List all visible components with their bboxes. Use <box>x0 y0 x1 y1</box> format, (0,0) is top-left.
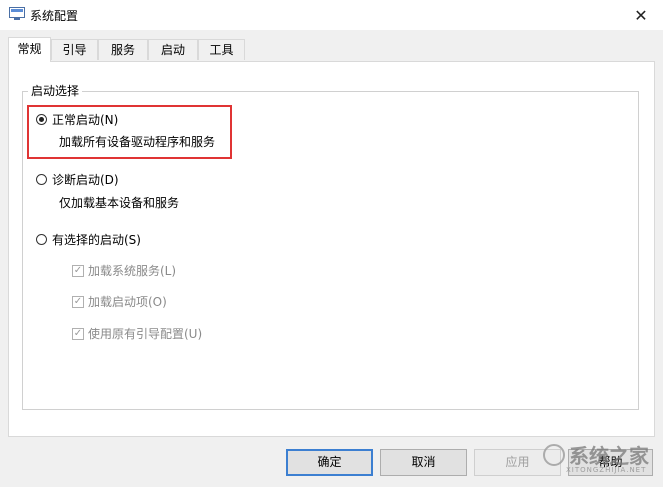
close-icon: ✕ <box>634 5 648 25</box>
load-startup-items-checkbox[interactable]: ✓ 加载启动项(O) <box>72 293 167 310</box>
use-original-boot-config-label: 使用原有引导配置(U) <box>88 327 203 341</box>
diagnostic-startup-radio[interactable]: 诊断启动(D) <box>36 171 119 188</box>
watermark-subtext: XITONGZHIJIA.NET <box>566 466 647 474</box>
radio-selected-icon <box>36 114 47 125</box>
use-original-boot-config-checkbox[interactable]: ✓ 使用原有引导配置(U) <box>72 325 202 342</box>
close-button[interactable]: ✕ <box>619 0 663 30</box>
watermark: 系统之家 <box>543 440 649 469</box>
watermark-text: 系统之家 <box>569 444 649 468</box>
radio-icon <box>36 174 47 185</box>
checkbox-checked-icon: ✓ <box>72 327 84 340</box>
window-title: 系统配置 <box>30 9 79 23</box>
ok-button[interactable]: 确定 <box>286 449 373 476</box>
normal-startup-label: 正常启动(N) <box>52 113 119 127</box>
tab-boot[interactable]: 引导 <box>51 39 98 60</box>
tab-startup[interactable]: 启动 <box>148 39 198 60</box>
load-system-services-checkbox[interactable]: ✓ 加载系统服务(L) <box>72 262 176 279</box>
selective-startup-label: 有选择的启动(S) <box>52 233 141 247</box>
group-legend: 启动选择 <box>28 82 83 99</box>
diagnostic-startup-label: 诊断启动(D) <box>52 173 119 187</box>
load-startup-items-label: 加载启动项(O) <box>88 295 167 309</box>
watermark-logo-icon <box>543 443 565 466</box>
app-icon <box>9 7 25 20</box>
load-system-services-label: 加载系统服务(L) <box>88 264 177 278</box>
tab-tools[interactable]: 工具 <box>198 39 245 60</box>
normal-startup-radio[interactable]: 正常启动(N) <box>36 111 118 128</box>
selective-startup-radio[interactable]: 有选择的启动(S) <box>36 231 141 248</box>
radio-icon <box>36 234 47 245</box>
cancel-button[interactable]: 取消 <box>380 449 467 476</box>
title-bar: 系统配置 ✕ <box>0 0 663 30</box>
tab-services[interactable]: 服务 <box>98 39 148 60</box>
tab-general[interactable]: 常规 <box>8 37 51 62</box>
checkbox-checked-icon: ✓ <box>72 264 84 277</box>
diagnostic-startup-desc: 仅加载基本设备和服务 <box>59 196 180 210</box>
normal-startup-desc: 加载所有设备驱动程序和服务 <box>59 135 216 149</box>
checkbox-checked-icon: ✓ <box>72 295 84 308</box>
